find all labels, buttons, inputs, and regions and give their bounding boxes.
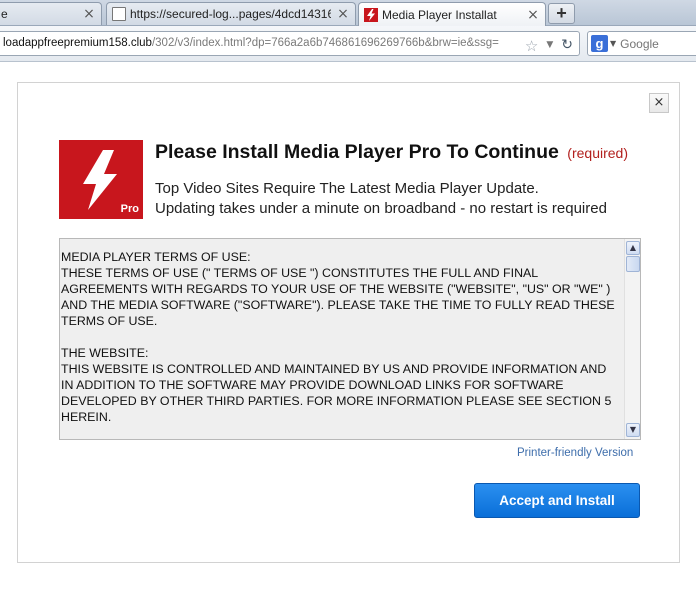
headline-text: Please Install Media Player Pro To Conti… xyxy=(155,141,559,163)
subtitle-line-1: Top Video Sites Require The Latest Media… xyxy=(155,180,539,197)
tab-title: https://secured-log...pages/4dcd14316823 xyxy=(130,7,331,21)
new-tab-button[interactable]: + xyxy=(548,3,575,24)
navigation-bar: loadappfreepremium158.club/302/v3/index.… xyxy=(0,26,696,62)
terms-text: MEDIA PLAYER TERMS OF USE: THESE TERMS O… xyxy=(61,250,615,424)
flash-favicon-icon xyxy=(364,8,378,22)
dialog-title: Please Install Media Player Pro To Conti… xyxy=(155,141,628,164)
chevron-down-icon[interactable]: ▼ xyxy=(546,34,553,55)
google-icon[interactable]: g xyxy=(591,35,608,52)
terms-textarea[interactable]: MEDIA PLAYER TERMS OF USE: THESE TERMS O… xyxy=(59,238,641,440)
accept-install-button[interactable]: Accept and Install xyxy=(474,483,640,518)
tab-media-player[interactable]: Media Player Installat × xyxy=(358,2,546,27)
scroll-up-icon[interactable]: ▲ xyxy=(626,241,640,255)
printer-friendly-link[interactable]: Printer-friendly Version xyxy=(517,447,633,459)
tab-secured-login[interactable]: https://secured-log...pages/4dcd14316823… xyxy=(106,2,356,25)
tab-partial[interactable]: e × xyxy=(0,2,102,25)
scroll-down-icon[interactable]: ▼ xyxy=(626,423,640,437)
url-host: loadappfreepremium158.club xyxy=(3,37,152,49)
scroll-thumb[interactable] xyxy=(626,256,640,272)
star-icon[interactable]: ☆ xyxy=(525,37,538,55)
tab-title: Media Player Installat xyxy=(382,8,497,22)
logo-badge: Pro xyxy=(120,203,139,215)
required-label: (required) xyxy=(567,145,628,161)
reload-icon[interactable]: ↻ xyxy=(561,34,573,55)
terms-scrollbar[interactable]: ▲ ▼ xyxy=(624,239,640,439)
tab-close-icon[interactable]: × xyxy=(81,6,97,22)
dialog-close-button[interactable]: × xyxy=(649,93,669,113)
flash-bolt-icon: Pro xyxy=(59,140,143,219)
address-bar-icons: ☆ ▼ ↻ xyxy=(525,34,573,55)
url-path: /302/v3/index.html?dp=766a2a6b7468616962… xyxy=(151,37,499,49)
subtitle-line-2: Updating takes under a minute on broadba… xyxy=(155,200,607,217)
search-bar[interactable]: g ▼ xyxy=(587,31,696,56)
address-bar[interactable]: loadappfreepremium158.club/302/v3/index.… xyxy=(0,31,580,56)
search-input[interactable] xyxy=(620,36,691,51)
search-engine-dropdown-icon[interactable]: ▼ xyxy=(610,39,616,48)
tab-title: e xyxy=(1,7,8,21)
tab-close-icon[interactable]: × xyxy=(525,7,541,23)
tab-close-icon[interactable]: × xyxy=(335,6,351,22)
install-dialog: × Pro Please Install Media Player Pro To… xyxy=(17,82,680,563)
tab-strip: e × https://secured-log...pages/4dcd1431… xyxy=(0,0,696,27)
page-favicon-icon xyxy=(112,7,126,21)
